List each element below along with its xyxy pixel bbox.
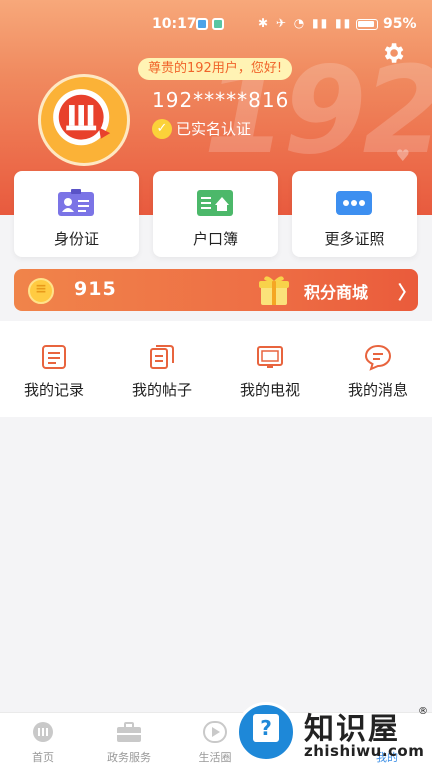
check-icon: ✓ [152, 118, 172, 139]
status-bar: 10:17 ✱ ✈ ◔ ▮▮ ▮▮ 95% [0, 12, 432, 40]
message-icon [364, 344, 392, 371]
menu-item-my-records[interactable]: 我的记录 [0, 321, 108, 417]
chevron-right-icon: 〉 [398, 283, 416, 304]
greeting-badge: 尊贵的192用户，您好! [138, 58, 293, 80]
heart-icon: ♥ [395, 146, 410, 165]
status-signal-icons: ✱ ✈ ◔ ▮▮ ▮▮ [258, 16, 353, 30]
household-register-icon [197, 190, 233, 216]
menu-item-label: 我的帖子 [131, 381, 192, 399]
gift-icon [259, 276, 289, 305]
home-icon [33, 722, 53, 742]
tab-home[interactable]: 首页 [0, 713, 86, 768]
quick-menu: 我的记录 我的帖子 我的电视 我的消息 [0, 321, 432, 417]
app-logo-icon [53, 89, 111, 146]
tab-label: 政务服务 [107, 751, 151, 764]
menu-item-my-messages[interactable]: 我的消息 [324, 321, 432, 417]
menu-item-label: 我的记录 [23, 381, 84, 399]
briefcase-icon [117, 722, 141, 742]
card-id-card[interactable]: 身份证 [14, 171, 139, 257]
verified-status: ✓ 已实名认证 [152, 118, 251, 139]
post-icon [150, 345, 174, 369]
card-more-certificates[interactable]: 更多证照 [292, 171, 417, 257]
card-label: 身份证 [53, 230, 99, 248]
record-icon [42, 345, 66, 369]
tab-label: 首页 [32, 751, 54, 764]
status-time: 10:17 [152, 16, 197, 32]
card-household-register[interactable]: 户口簿 [153, 171, 278, 257]
gear-icon[interactable] [380, 40, 406, 66]
menu-item-label: 我的消息 [347, 381, 408, 399]
card-label: 户口簿 [192, 230, 238, 248]
id-card-icon [58, 189, 94, 216]
avatar[interactable] [38, 74, 130, 166]
menu-item-my-posts[interactable]: 我的帖子 [108, 321, 216, 417]
points-mall-label: 积分商城 [304, 283, 369, 302]
user-phone: 192*****816 [152, 88, 290, 112]
points-value: 915 [74, 278, 117, 300]
battery-percent: 95% [383, 16, 417, 32]
watermark-logo-icon [236, 702, 296, 762]
coin-icon [28, 278, 54, 304]
watermark-registered: ® [418, 706, 428, 717]
menu-item-label: 我的电视 [239, 381, 300, 399]
card-label: 更多证照 [324, 230, 385, 248]
battery-icon [356, 19, 378, 30]
tv-icon [257, 346, 283, 368]
points-bar[interactable]: 915 积分商城 〉 [14, 269, 418, 311]
verified-label: 已实名认证 [176, 120, 252, 138]
watermark-url: zhishiwu.com [304, 742, 425, 760]
status-app-icons [196, 18, 224, 30]
menu-item-my-tv[interactable]: 我的电视 [216, 321, 324, 417]
tab-government-services[interactable]: 政务服务 [86, 713, 172, 768]
more-icon [336, 191, 372, 215]
play-icon [203, 721, 227, 743]
